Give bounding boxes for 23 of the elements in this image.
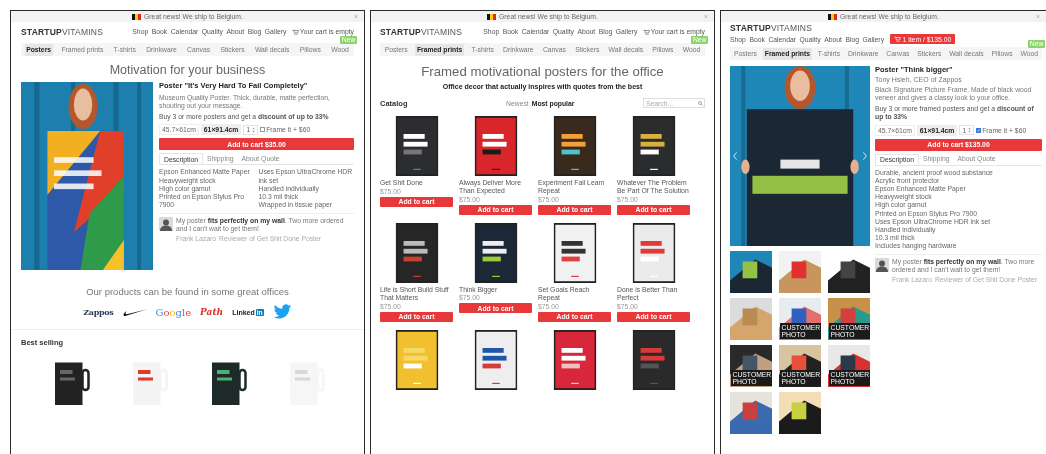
flag-icon xyxy=(132,13,142,20)
cart-icon xyxy=(642,28,650,35)
cart-icon xyxy=(893,36,901,42)
zappos-logo: Zappos xyxy=(83,307,114,317)
page-heading: Motivation for your business xyxy=(108,63,267,77)
logo[interactable]: STARTUPVITAMINS xyxy=(380,26,463,37)
section-heading: Our products can be found in some great offices xyxy=(86,286,289,297)
path-logo: Path xyxy=(200,307,224,317)
avatar-icon xyxy=(875,258,889,273)
next-button[interactable] xyxy=(863,152,867,160)
flag-icon xyxy=(487,13,497,20)
previous-button[interactable] xyxy=(733,152,737,160)
logo[interactable]: STARTUPVITAMINS xyxy=(21,26,104,37)
google-logo: Google xyxy=(155,306,192,318)
flag-icon xyxy=(828,13,838,20)
cart-icon xyxy=(291,28,299,35)
frame-checkbox[interactable] xyxy=(260,127,266,133)
avatar-icon xyxy=(159,217,173,232)
bird-logo-icon xyxy=(272,304,292,320)
page-heading: Framed motivational posters for the office xyxy=(420,64,665,79)
frame-checkbox[interactable] xyxy=(976,127,982,133)
search-icon xyxy=(698,100,704,106)
logo[interactable]: STARTUPVITAMINS xyxy=(730,23,813,33)
